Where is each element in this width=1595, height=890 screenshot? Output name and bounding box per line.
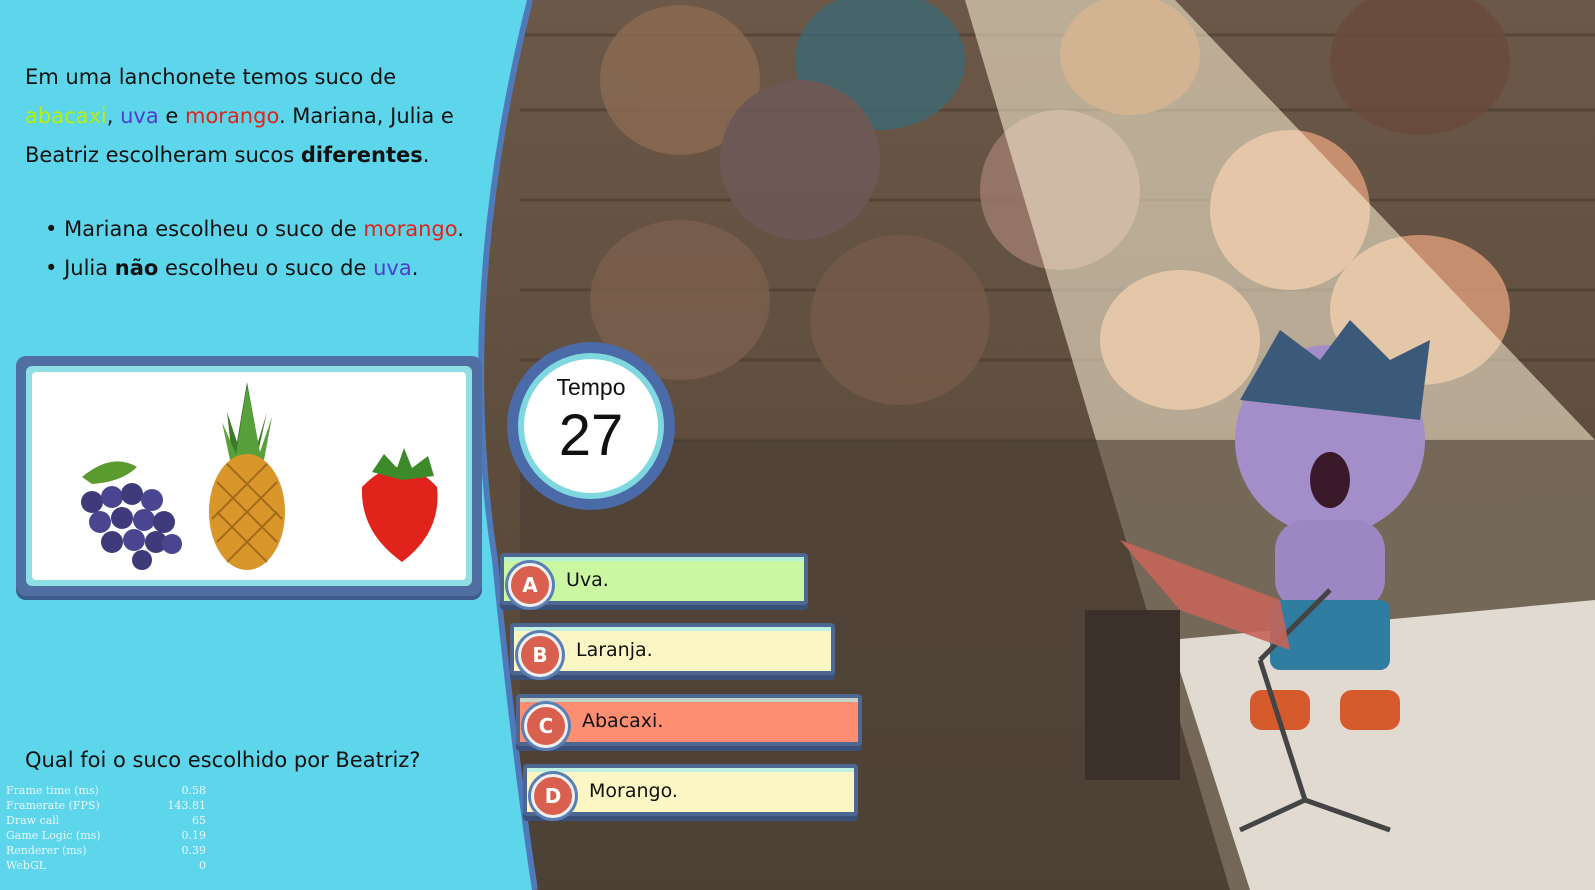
clue-2: Julia não escolheu o suco de uva.: [45, 249, 515, 288]
debug-row: Game Logic (ms) 0.19: [6, 829, 206, 842]
answer-letter-d: D: [531, 774, 575, 818]
answer-letter-b: B: [518, 633, 562, 677]
answer-option-a[interactable]: A Uva.: [500, 553, 808, 607]
question-text: Qual foi o suco escolhido por Beatriz?: [25, 748, 421, 772]
timer: Tempo 27: [505, 340, 677, 512]
debug-row: Frame time (ms) 0.58: [6, 784, 206, 797]
fruit-word-morango: morango: [185, 104, 279, 128]
timer-label: Tempo: [556, 374, 626, 400]
answer-text-d: Morango.: [589, 780, 678, 802]
debug-row: Renderer (ms) 0.39: [6, 844, 206, 857]
problem-intro: Em uma lanchonete temos suco de abacaxi,…: [25, 65, 454, 167]
answer-option-b[interactable]: B Laranja.: [510, 623, 835, 677]
timer-value: 27: [558, 403, 624, 468]
fruit-illustrations: [81, 382, 438, 570]
fruit-word-uva: uva: [120, 104, 159, 128]
clue-list: Mariana escolheu o suco de morango. Juli…: [45, 210, 515, 288]
fruit-word-abacaxi: abacaxi: [25, 104, 107, 128]
pineapple-image: [209, 382, 285, 570]
fruit-image-card: [16, 356, 482, 596]
grapes-image: [81, 461, 182, 570]
answer-option-c[interactable]: C Abacaxi.: [516, 694, 862, 748]
answer-option-d[interactable]: D Morango.: [523, 764, 858, 818]
debug-row: WebGL 0: [6, 859, 206, 872]
strawberry-image: [361, 448, 438, 562]
clue-1: Mariana escolheu o suco de morango.: [45, 210, 515, 249]
debug-row: Framerate (FPS) 143.81: [6, 799, 206, 812]
answer-text-b: Laranja.: [576, 639, 653, 661]
debug-row: Draw call 65: [6, 814, 206, 827]
answer-letter-c: C: [524, 704, 568, 748]
answer-letter-a: A: [508, 563, 552, 607]
debug-stats: Frame time (ms) 0.58 Framerate (FPS) 143.8…: [6, 783, 206, 873]
answer-text-a: Uva.: [566, 569, 609, 591]
answer-text-c: Abacaxi.: [582, 710, 664, 732]
